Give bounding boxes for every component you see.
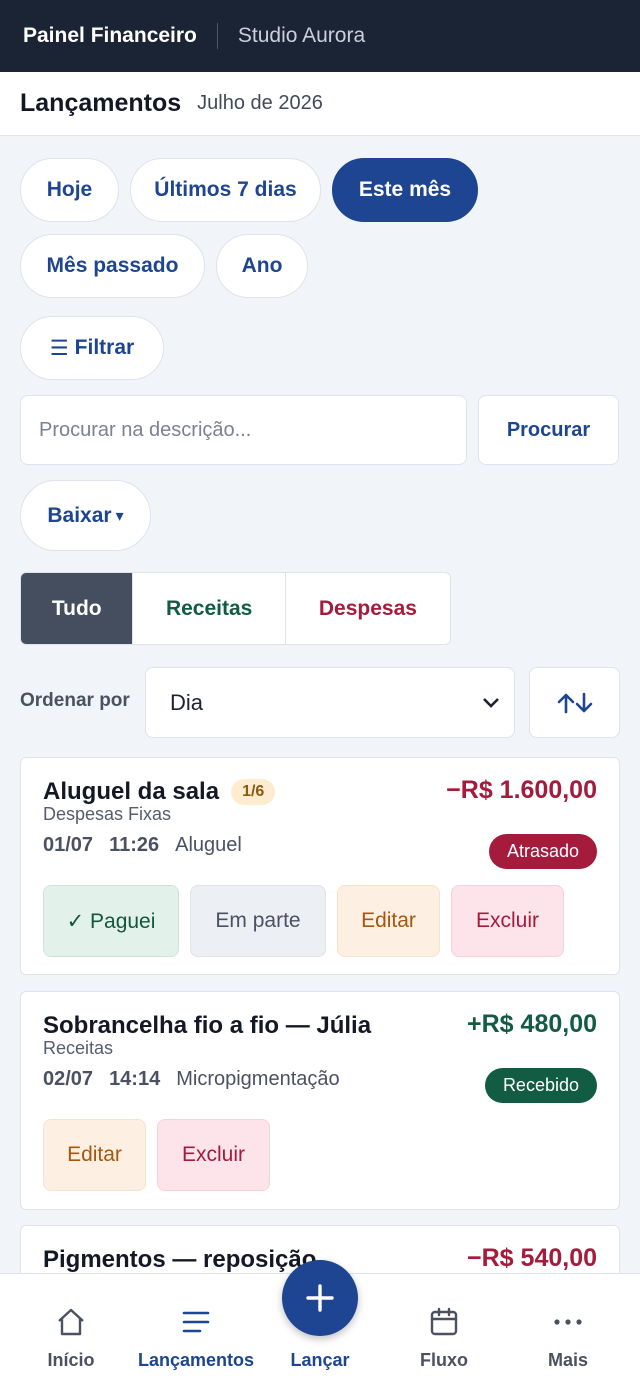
entry-amount: −R$ 540,00 bbox=[467, 1244, 597, 1272]
download-label: Baixar bbox=[47, 503, 112, 527]
entry-time: 14:14 bbox=[109, 1068, 161, 1090]
download-button[interactable]: Baixar ▾ bbox=[20, 480, 151, 551]
entry-actions: Editar Excluir bbox=[43, 1119, 270, 1191]
type-all-tab[interactable]: Tudo bbox=[21, 573, 134, 644]
nav-more[interactable]: Mais bbox=[504, 1274, 632, 1385]
page-title: Lançamentos bbox=[20, 89, 182, 117]
sort-value: Dia bbox=[170, 689, 204, 715]
more-icon bbox=[553, 1306, 583, 1338]
entry-category: Despesas Fixas bbox=[43, 804, 172, 824]
installment-badge: 1/6 bbox=[231, 779, 276, 805]
entry-card[interactable]: Aluguel da sala 1/6 Despesas Fixas 01/07… bbox=[20, 757, 620, 975]
home-icon bbox=[56, 1306, 86, 1338]
entry-date: 02/07 bbox=[43, 1068, 94, 1090]
nav-home[interactable]: Início bbox=[7, 1274, 135, 1385]
chevron-down-icon bbox=[483, 697, 499, 708]
delete-button[interactable]: Excluir bbox=[451, 885, 564, 957]
nav-entries[interactable]: Lançamentos bbox=[131, 1274, 261, 1385]
entry-title-text: Aluguel da sala bbox=[43, 778, 220, 805]
search-input[interactable] bbox=[20, 395, 467, 465]
sort-label: Ordenar por bbox=[20, 690, 130, 711]
sort-select[interactable]: Dia bbox=[145, 667, 515, 738]
calendar-icon bbox=[429, 1306, 459, 1338]
period-today-button[interactable]: Hoje bbox=[20, 158, 119, 222]
period-this-month-button[interactable]: Este mês bbox=[332, 158, 478, 222]
edit-button[interactable]: Editar bbox=[43, 1119, 146, 1191]
status-badge: Atrasado bbox=[488, 834, 597, 869]
entry-meta: 02/07 14:14 Micropigmentação bbox=[43, 1068, 340, 1091]
nav-label: Mais bbox=[547, 1350, 589, 1370]
top-bar: Painel Financeiro Studio Aurora bbox=[0, 0, 640, 72]
entry-time: 11:26 bbox=[109, 834, 160, 856]
delete-button[interactable]: Excluir bbox=[157, 1119, 270, 1191]
edit-button[interactable]: Editar bbox=[337, 885, 440, 957]
entry-date: 01/07 bbox=[43, 834, 94, 856]
nav-label: Lançar bbox=[290, 1350, 350, 1370]
app-brand[interactable]: Painel Financeiro bbox=[23, 24, 197, 48]
entry-title-text: Sobrancelha fio a fio — Júlia bbox=[43, 1012, 372, 1039]
workspace-name[interactable]: Studio Aurora bbox=[238, 24, 365, 48]
partial-payment-button[interactable]: Em parte bbox=[190, 885, 326, 957]
nav-cashflow[interactable]: Fluxo bbox=[380, 1274, 508, 1385]
add-entry-button[interactable] bbox=[282, 1260, 358, 1336]
search-button[interactable]: Procurar bbox=[478, 395, 619, 465]
status-badge: Recebido bbox=[484, 1068, 597, 1103]
sort-arrows-icon bbox=[557, 692, 592, 713]
sort-direction-button[interactable] bbox=[529, 667, 620, 738]
mark-paid-button[interactable]: ✓ Paguei bbox=[43, 885, 179, 957]
list-icon bbox=[181, 1306, 211, 1338]
entry-title: Pigmentos — reposição bbox=[43, 1246, 316, 1274]
nav-label: Lançamentos bbox=[137, 1350, 255, 1370]
period-label: Julho de 2026 bbox=[197, 92, 323, 114]
filter-label: Filtrar bbox=[74, 336, 135, 359]
nav-label: Fluxo bbox=[420, 1350, 468, 1370]
entry-subcategory: Micropigmentação bbox=[176, 1068, 340, 1090]
menu-lines-icon: ☰ bbox=[49, 336, 69, 360]
entry-amount: +R$ 480,00 bbox=[467, 1010, 597, 1038]
entry-amount: −R$ 1.600,00 bbox=[446, 776, 597, 804]
entry-title: Aluguel da sala 1/6 bbox=[43, 778, 276, 806]
type-income-tab[interactable]: Receitas bbox=[133, 573, 286, 644]
page-header: Lançamentos Julho de 2026 bbox=[0, 72, 640, 136]
period-last-month-button[interactable]: Mês passado bbox=[20, 234, 205, 298]
entry-meta: 01/07 11:26 Aluguel bbox=[43, 834, 242, 857]
type-expense-tab[interactable]: Despesas bbox=[286, 573, 450, 644]
entry-card[interactable]: Sobrancelha fio a fio — Júlia Receitas 0… bbox=[20, 991, 620, 1210]
entry-actions: ✓ Paguei Em parte Editar Excluir bbox=[43, 885, 564, 957]
entry-title: Sobrancelha fio a fio — Júlia bbox=[43, 1012, 371, 1040]
filter-button[interactable]: ☰ Filtrar bbox=[20, 316, 164, 380]
plus-icon bbox=[306, 1284, 334, 1312]
type-filter: Tudo Receitas Despesas bbox=[20, 572, 451, 645]
entry-category: Receitas bbox=[43, 1038, 114, 1058]
nav-label: Início bbox=[47, 1350, 95, 1370]
period-last7-button[interactable]: Últimos 7 dias bbox=[130, 158, 321, 222]
caret-down-icon: ▾ bbox=[115, 507, 124, 525]
period-year-button[interactable]: Ano bbox=[216, 234, 308, 298]
entry-title-text: Pigmentos — reposição bbox=[43, 1246, 317, 1273]
entry-subcategory: Aluguel bbox=[175, 834, 242, 856]
divider bbox=[216, 23, 218, 49]
